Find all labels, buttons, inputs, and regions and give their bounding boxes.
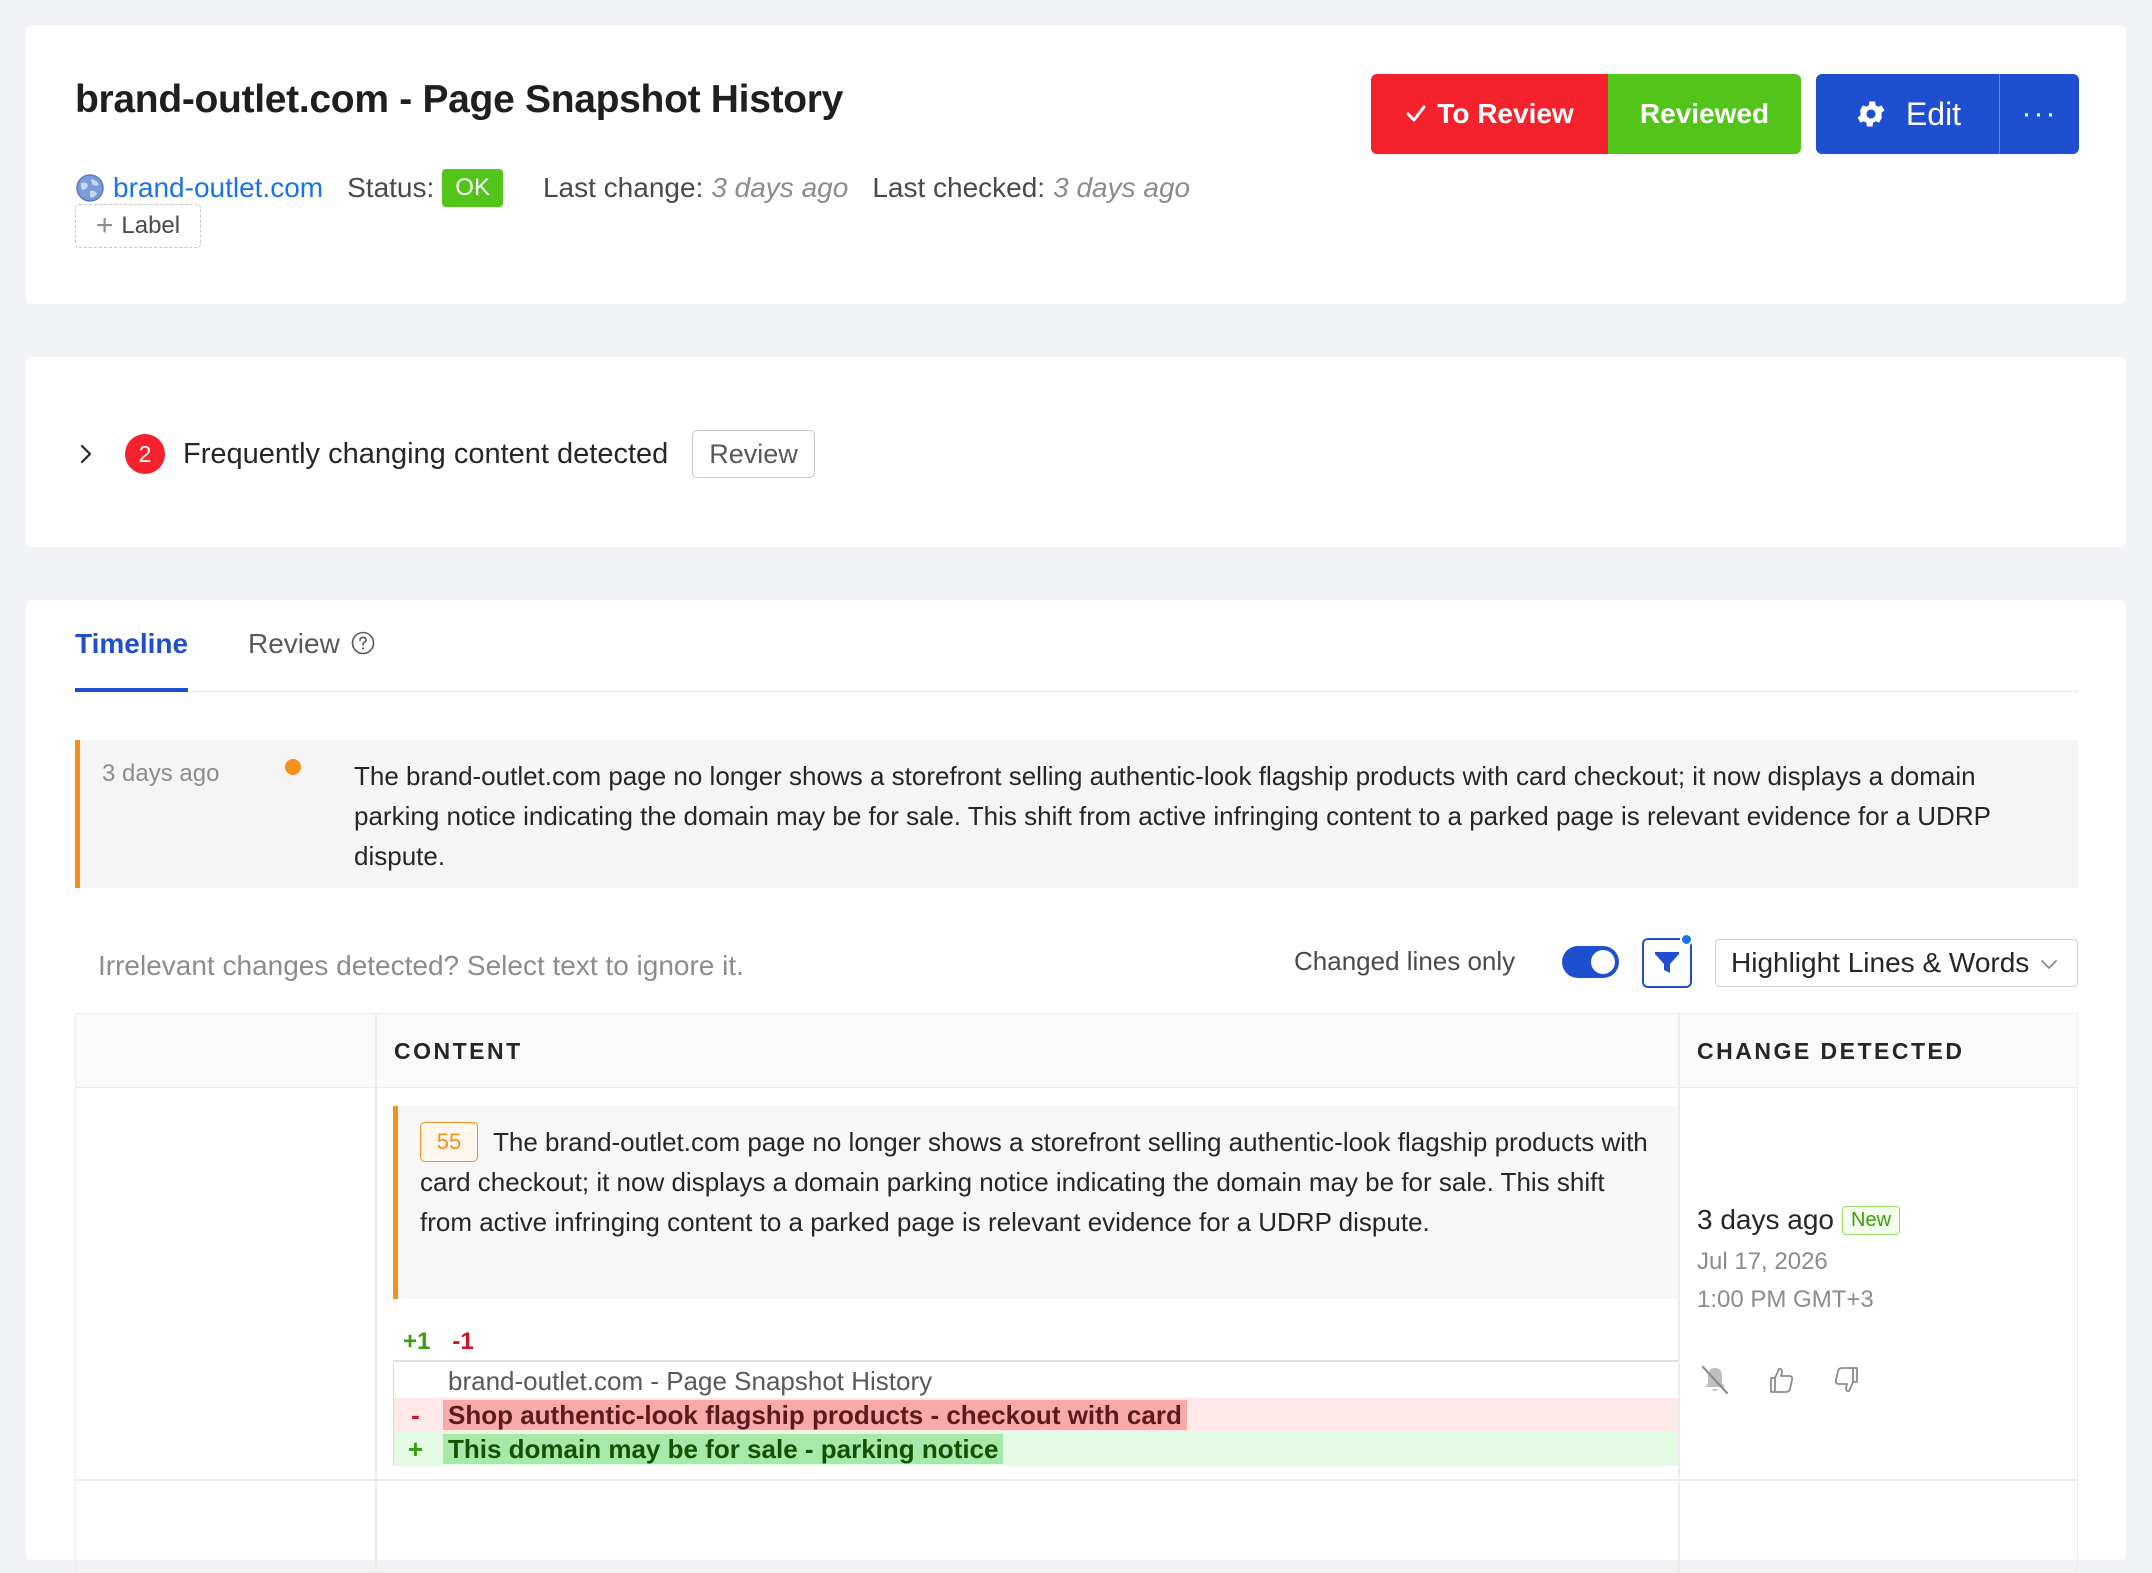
last-change-label: Last change: (542, 172, 704, 203)
check-icon (1406, 105, 1426, 122)
diff-stats: +1 -1 (403, 1328, 474, 1356)
timeline-card: Timeline Review 3 days ago The brand-out… (26, 600, 2126, 1573)
edit-group: Edit ··· (1816, 74, 2079, 154)
tab-review[interactable]: Review (248, 628, 376, 692)
to-review-label: To Review (1437, 98, 1574, 129)
change-detected-cell: 3 days ago New Jul 17, 2026 1:00 PM GMT+… (1697, 1204, 1901, 1314)
changed-lines-toggle[interactable] (1562, 946, 1619, 978)
chevron-right-icon[interactable] (75, 443, 97, 465)
tab-review-label: Review (248, 628, 340, 659)
more-options-button[interactable]: ··· (2000, 74, 2079, 154)
change-relative-time: 3 days ago (1697, 1204, 1834, 1235)
ignore-hint: Irrelevant changes detected? Select text… (98, 950, 744, 981)
change-actions (1697, 1362, 1865, 1398)
diff-removed-text: Shop authentic-look flagship products - … (443, 1400, 1187, 1430)
column-header-content: CONTENT (394, 1038, 523, 1064)
score-badge: 55 (420, 1122, 478, 1162)
column-divider (1678, 1014, 1680, 1572)
change-note: The brand-outlet.com page no longer show… (393, 1106, 1678, 1299)
diff-added-text: This domain may be for sale - parking no… (443, 1434, 1004, 1464)
review-status-group: To Review Reviewed (1371, 74, 1801, 154)
frequent-review-button[interactable]: Review (692, 430, 815, 478)
tab-timeline[interactable]: Timeline (75, 628, 189, 692)
header-card: brand-outlet.com - Page Snapshot History… (26, 26, 2126, 304)
summary-time: 3 days ago (102, 760, 220, 787)
frequent-count-badge: 2 (125, 434, 165, 474)
site-link[interactable]: brand-outlet.com (113, 172, 323, 204)
reviewed-button[interactable]: Reviewed (1608, 74, 1801, 154)
edit-label: Edit (1905, 95, 1962, 132)
filter-icon (1655, 952, 1679, 973)
edit-button[interactable]: Edit (1816, 74, 2000, 154)
last-checked-label: Last checked: (872, 172, 1046, 203)
diff-context-line[interactable]: brand-outlet.com - Page Snapshot History (393, 1364, 1678, 1398)
diff-added-line[interactable]: + This domain may be for sale - parking … (393, 1432, 1678, 1466)
frequent-changes-text: Frequently changing content detected (183, 437, 669, 470)
thumbs-down-icon[interactable] (1829, 1362, 1865, 1398)
change-date: Jul 17, 2026 (1697, 1248, 1828, 1275)
change-note-text: The brand-outlet.com page no longer show… (420, 1127, 1648, 1237)
change-time: 1:00 PM GMT+3 (1697, 1286, 1874, 1313)
changes-table: CONTENT CHANGE DETECTED The brand-outlet… (75, 1013, 2078, 1573)
diff-removed-line[interactable]: - Shop authentic-look flagship products … (393, 1398, 1678, 1432)
globe-icon (76, 174, 104, 202)
diff-separator (393, 1360, 1678, 1362)
column-divider (375, 1014, 377, 1572)
plus-icon: + (95, 209, 114, 242)
ai-summary: 3 days ago The brand-outlet.com page no … (75, 740, 2078, 888)
diff-context-text: brand-outlet.com - Page Snapshot History (448, 1365, 933, 1396)
add-label-text: Label (121, 212, 181, 239)
diff-gutter (393, 1364, 437, 1398)
diff-removed-marker: - (393, 1398, 437, 1432)
summary-dot (285, 759, 301, 775)
help-icon (351, 631, 375, 655)
filter-active-dot (1680, 933, 1693, 946)
added-count: +1 (403, 1328, 431, 1355)
summary-text: The brand-outlet.com page no longer show… (354, 761, 1991, 871)
to-review-button[interactable]: To Review (1371, 74, 1608, 154)
diff-added-marker: + (393, 1432, 437, 1466)
page-title: brand-outlet.com - Page Snapshot History (75, 78, 844, 121)
highlight-mode-value: Highlight Lines & Words (1731, 947, 2030, 978)
new-badge: New (1842, 1205, 1901, 1235)
thumbs-up-icon[interactable] (1763, 1362, 1799, 1398)
tabs: Timeline Review (75, 600, 2078, 692)
column-header-change-detected: CHANGE DETECTED (1697, 1038, 1965, 1064)
removed-count: -1 (452, 1328, 474, 1355)
chevron-down-icon (2041, 960, 2057, 969)
meta-row: brand-outlet.com Status: OK Last change:… (75, 166, 1214, 210)
last-checked-value: 3 days ago (1053, 172, 1191, 203)
status-badge: OK (442, 169, 503, 207)
gear-icon (1857, 101, 1885, 127)
frequent-changes-row[interactable]: 2 Frequently changing content detected R… (75, 429, 815, 479)
add-label-button[interactable]: + Label (75, 204, 201, 248)
row-divider (76, 1479, 2077, 1481)
frequent-changes-card: 2 Frequently changing content detected R… (26, 357, 2126, 547)
status-label: Status: (347, 172, 435, 203)
last-change-value: 3 days ago (711, 172, 849, 203)
highlight-mode-select[interactable]: Highlight Lines & Words (1715, 939, 2078, 987)
change-relative-row: 3 days ago New (1697, 1204, 1901, 1236)
mute-notification-icon[interactable] (1697, 1362, 1733, 1398)
changed-lines-label: Changed lines only (1294, 946, 1516, 976)
